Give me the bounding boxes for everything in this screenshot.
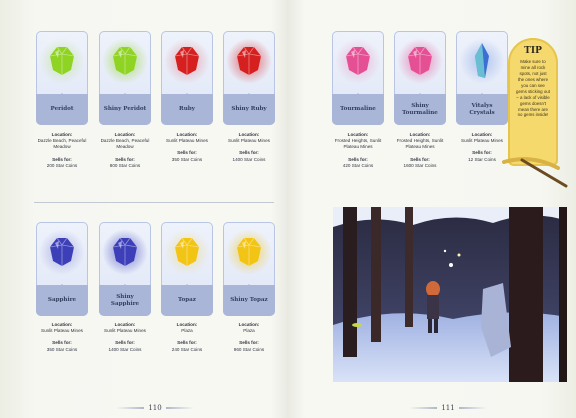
shiny-topaz-gem-icon [226,229,272,275]
left-page: Peridot Shiny Peridot Ruby Shiny Ruby Lo… [0,0,288,418]
game-screenshot [333,207,567,382]
gem-info-shiny-peridot: Location: Dazzle Beach, Peaceful Meadow … [95,132,155,169]
shiny-peridot-gem-icon [102,38,148,84]
page-number-left: 110 [105,404,205,412]
price-text: 420 Star Coins [342,162,374,168]
shiny-sapphire-gem-icon [102,229,148,275]
location-text: Dazzle Beach, Peaceful Meadow [100,138,150,150]
price-text: 240 Star Coins [171,346,203,352]
location-text: Frosted Heights, Sunlit Plateau Mines [396,138,444,150]
price-text: 350 Star Coins [171,156,203,162]
sapphire-gem-icon [39,229,85,275]
location-text: Frosted Heights, Sunlit Plateau Mines [334,138,382,150]
page-number-text: 111 [441,404,455,412]
gem-name: Sapphire [36,285,88,316]
tip-parchment: TIP Make sure to mine all rock spots, no… [508,38,558,166]
gem-name: Shiny Peridot [99,94,151,125]
shiny-ruby-gem-icon [226,38,272,84]
gem-name: Shiny Ruby [223,94,275,125]
tip-scroll: TIP Make sure to mine all rock spots, no… [502,34,568,188]
gem-card-sapphire: Sapphire [36,222,88,316]
gem-name: Shiny Topaz [223,285,275,316]
gem-name: Topaz [161,285,213,316]
gem-info-shiny-tourmaline: Location: Frosted Heights, Sunlit Platea… [390,132,450,169]
price-text: 350 Star Coins [46,346,78,352]
price-text: 1400 Star Coins [232,156,266,162]
gem-card-shiny-peridot: Shiny Peridot [99,31,151,125]
price-text: 1600 Star Coins [403,162,437,168]
gem-name: Tourmaline [332,94,384,125]
gem-name: Peridot [36,94,88,125]
gem-info-peridot: Location: Dazzle Beach, Peaceful Meadow … [32,132,92,169]
gem-info-sapphire: Location: Sunlit Plateau Mines Sells for… [32,322,92,353]
gem-info-shiny-sapphire: Location: Sunlit Plateau Mines Sells for… [95,322,155,353]
tip-text: Make sure to mine all rock spots, not ju… [516,59,550,118]
topaz-gem-icon [164,229,210,275]
gem-name: Vitalys Crystals [456,94,508,125]
gem-name: Shiny Tourmaline [394,94,446,125]
gem-info-tourmaline: Location: Frosted Heights, Sunlit Platea… [328,132,388,169]
gem-info-shiny-topaz: Location: Plaza Sells for: 960 Star Coin… [219,322,279,353]
price-text: 960 Star Coins [233,346,265,352]
vitalys-crystal-icon [459,38,505,84]
gem-card-shiny-ruby: Shiny Ruby [223,31,275,125]
location-text: Dazzle Beach, Peaceful Meadow [37,138,87,150]
price-text: 200 Star Coins [46,162,78,168]
page-number-right: 111 [398,404,498,412]
tourmaline-gem-icon [335,38,381,84]
gem-name: Ruby [161,94,213,125]
gem-name: Shiny Sapphire [99,285,151,316]
guidebook-spread: Peridot Shiny Peridot Ruby Shiny Ruby Lo… [0,0,576,418]
gem-card-vitalys-crystals: Vitalys Crystals [456,31,508,125]
gem-card-shiny-tourmaline: Shiny Tourmaline [394,31,446,125]
gem-card-tourmaline: Tourmaline [332,31,384,125]
price-text: 1400 Star Coins [108,346,142,352]
page-number-text: 110 [148,404,162,412]
pickaxe-icon [502,157,568,188]
gem-card-shiny-topaz: Shiny Topaz [223,222,275,316]
gem-card-topaz: Topaz [161,222,213,316]
gem-info-topaz: Location: Plaza Sells for: 240 Star Coin… [157,322,217,353]
gem-info-shiny-ruby: Location: Sunlit Plateau Mines Sells for… [219,132,279,163]
peridot-gem-icon [39,38,85,84]
gem-card-shiny-sapphire: Shiny Sapphire [99,222,151,316]
tip-title: TIP [524,46,542,56]
ruby-gem-icon [164,38,210,84]
section-divider [34,202,274,203]
price-text: 800 Star Coins [109,162,141,168]
gem-card-ruby: Ruby [161,31,213,125]
gem-card-peridot: Peridot [36,31,88,125]
gem-info-ruby: Location: Sunlit Plateau Mines Sells for… [157,132,217,163]
shiny-tourmaline-gem-icon [397,38,443,84]
